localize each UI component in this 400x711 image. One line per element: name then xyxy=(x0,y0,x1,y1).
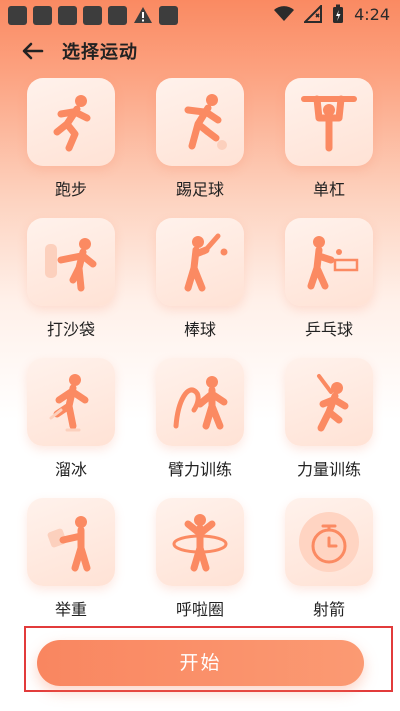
sport-item-weightlifting[interactable]: 举重 xyxy=(10,498,132,620)
battery-icon xyxy=(333,4,344,23)
sport-item-hula-hoop[interactable]: 呼啦圈 xyxy=(139,498,261,620)
sport-item-strength-training[interactable]: 力量训练 xyxy=(268,358,390,480)
notification-icon xyxy=(159,5,178,25)
pullup-bar-icon xyxy=(301,95,357,152)
sport-label: 呼啦圈 xyxy=(175,600,224,619)
skating-icon xyxy=(49,374,89,432)
soccer-icon xyxy=(184,94,227,150)
sport-label: 力量训练 xyxy=(296,460,361,479)
sport-label: 踢足球 xyxy=(175,180,224,199)
sport-tile[interactable] xyxy=(27,218,115,306)
punching-bag-icon xyxy=(45,238,97,292)
stopwatch-icon xyxy=(299,512,359,572)
sport-tile[interactable] xyxy=(285,358,373,446)
table-tennis-icon xyxy=(307,236,359,290)
sport-item-baseball[interactable]: 棒球 xyxy=(139,218,261,340)
page-title: 选择运动 xyxy=(62,42,138,63)
signal-icon xyxy=(304,5,323,23)
baseball-icon xyxy=(184,233,228,292)
notification-icon xyxy=(83,5,102,25)
sport-label: 跑步 xyxy=(54,180,87,199)
sport-item-running[interactable]: 跑步 xyxy=(10,78,132,200)
sport-tile[interactable] xyxy=(27,498,115,586)
sport-item-archery[interactable]: 射箭 xyxy=(268,498,390,620)
notification-icon xyxy=(58,5,77,25)
notification-icons xyxy=(8,5,178,25)
sport-item-soccer[interactable]: 踢足球 xyxy=(139,78,261,200)
strength-training-icon xyxy=(317,374,349,432)
sport-tile[interactable] xyxy=(156,358,244,446)
back-arrow-icon[interactable] xyxy=(20,38,46,64)
sport-label: 棒球 xyxy=(183,320,216,339)
sport-item-punching-bag[interactable]: 打沙袋 xyxy=(10,218,132,340)
sport-label: 打沙袋 xyxy=(46,320,95,339)
wifi-icon xyxy=(274,6,295,21)
sport-item-pullup[interactable]: 单杠 xyxy=(268,78,390,200)
sport-label: 溜冰 xyxy=(54,460,87,479)
sport-tile[interactable] xyxy=(156,498,244,586)
notification-icon xyxy=(108,5,127,25)
status-bar: 4:24 xyxy=(0,0,400,30)
hula-hoop-icon xyxy=(172,514,228,572)
sport-tile[interactable] xyxy=(285,498,373,586)
sport-label: 举重 xyxy=(54,600,87,619)
sport-label: 射箭 xyxy=(312,600,345,619)
header: 选择运动 xyxy=(0,34,400,68)
running-icon xyxy=(53,95,91,152)
sport-label: 单杠 xyxy=(312,180,345,199)
sport-label: 乒乓球 xyxy=(304,320,353,339)
notification-icon xyxy=(8,5,27,25)
sport-tile[interactable] xyxy=(27,358,115,446)
start-button[interactable]: 开始 xyxy=(37,640,364,686)
sport-item-arm-training[interactable]: 臂力训练 xyxy=(139,358,261,480)
weightlifting-icon xyxy=(47,516,91,572)
sport-item-table-tennis[interactable]: 乒乓球 xyxy=(268,218,390,340)
sport-tile[interactable] xyxy=(156,218,244,306)
arm-training-icon xyxy=(173,376,228,430)
sport-label: 臂力训练 xyxy=(167,460,232,479)
clock: 4:24 xyxy=(354,4,390,24)
notification-icon xyxy=(33,5,52,25)
sport-item-skating[interactable]: 溜冰 xyxy=(10,358,132,480)
sport-tile[interactable] xyxy=(27,78,115,166)
warning-icon xyxy=(134,7,152,23)
sport-tile[interactable] xyxy=(156,78,244,166)
sport-tile[interactable] xyxy=(285,78,373,166)
sport-tile[interactable] xyxy=(285,218,373,306)
